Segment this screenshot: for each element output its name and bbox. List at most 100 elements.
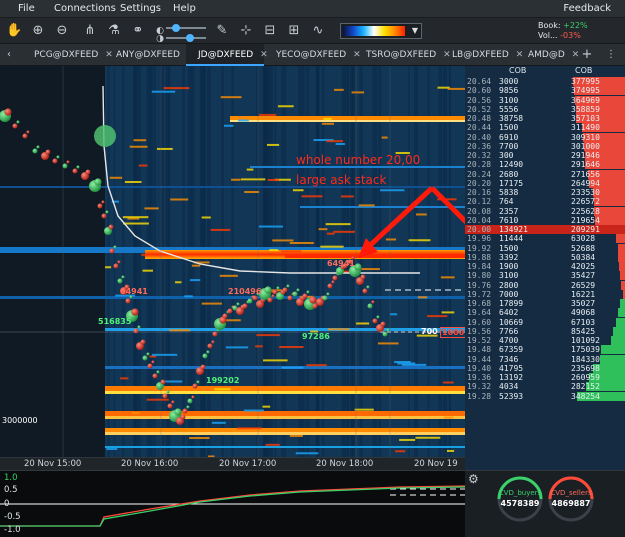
trade-bubble bbox=[227, 308, 233, 314]
order-book-row[interactable]: 19.72 7000 16221 bbox=[465, 290, 625, 299]
feedback-button[interactable]: Feedback bbox=[563, 3, 611, 14]
order-book-row[interactable]: 20.48 38758 357103 bbox=[465, 114, 625, 123]
trade-bubble bbox=[276, 286, 280, 290]
heat-blip bbox=[246, 168, 254, 171]
zoom-out-icon[interactable]: ⊖ bbox=[54, 23, 70, 39]
tab-any[interactable]: ANY@DXFEED✕ bbox=[104, 44, 195, 66]
heat-blip bbox=[129, 145, 148, 148]
cob-cell: 219654 bbox=[571, 215, 600, 225]
heat-blip bbox=[446, 449, 455, 452]
ruler-icon[interactable]: ⊞ bbox=[286, 23, 302, 39]
trade-label: 210496 bbox=[228, 287, 262, 296]
tab-tsro[interactable]: TSRO@DXFEED ✕ bbox=[354, 44, 451, 66]
tab-lb[interactable]: LB@DXFEED ✕ bbox=[440, 44, 523, 66]
tab-pcg[interactable]: PCG@DXFEED ✕ bbox=[22, 44, 113, 66]
trade-bubble bbox=[264, 286, 272, 294]
tabs-scroll-left-icon[interactable]: ‹ bbox=[2, 44, 16, 66]
heat-blip bbox=[378, 342, 399, 345]
order-book-row[interactable]: 19.60 10669 67103 bbox=[465, 318, 625, 327]
order-book-row[interactable]: 19.40 41795 235698 bbox=[465, 364, 625, 373]
order-book-row[interactable]: 20.28 12490 291646 bbox=[465, 160, 625, 169]
order-book-row[interactable]: 20.44 1500 311490 bbox=[465, 123, 625, 132]
order-book-row[interactable]: 20.00 134921 209291 bbox=[465, 225, 625, 234]
order-book-row[interactable]: 20.32 300 291946 bbox=[465, 151, 625, 160]
heat-blip bbox=[427, 315, 448, 318]
order-book-row[interactable]: 19.68 17899 35027 bbox=[465, 299, 625, 308]
indicator-tick: 1.0 bbox=[4, 473, 18, 483]
size-cell: 7000 bbox=[499, 289, 519, 299]
horizontal-line-icon[interactable]: ⊟ bbox=[262, 23, 278, 39]
cvd-indicator-panel[interactable]: 1.0 0.5 0 -0.5 -1.0 bbox=[0, 470, 466, 537]
share-icon[interactable]: ⋔ bbox=[82, 23, 98, 39]
order-book-row[interactable]: 20.08 2357 225628 bbox=[465, 207, 625, 216]
crosshair-icon[interactable]: ⊹ bbox=[238, 23, 254, 39]
order-book-row[interactable]: 19.32 4034 282152 bbox=[465, 382, 625, 391]
cob-cell: 35427 bbox=[571, 271, 596, 281]
order-book-row[interactable]: 20.40 6910 309310 bbox=[465, 133, 625, 142]
cvd-summary-panel: ⚙ CVD_buyers 4578389 CVD_sellers 4869887 bbox=[465, 470, 625, 537]
order-book-row[interactable]: 20.64 3000 377995 bbox=[465, 77, 625, 86]
order-book-row[interactable]: 19.64 6402 49068 bbox=[465, 308, 625, 317]
order-book-row[interactable]: 20.20 17175 264994 bbox=[465, 179, 625, 188]
order-book-row[interactable]: 20.16 5838 233530 bbox=[465, 188, 625, 197]
size-cell: 10669 bbox=[499, 317, 524, 327]
hand-tool-icon[interactable]: ✋ bbox=[6, 23, 22, 39]
order-book-row[interactable]: 19.56 7766 85425 bbox=[465, 327, 625, 336]
pencil-icon[interactable]: ✎ bbox=[214, 23, 230, 39]
order-book-row[interactable]: 19.36 13192 260959 bbox=[465, 373, 625, 382]
indicator-icon[interactable]: ∿ bbox=[310, 23, 326, 39]
order-book-row[interactable]: 20.24 2680 271656 bbox=[465, 170, 625, 179]
order-book-row[interactable]: 19.76 2800 26529 bbox=[465, 281, 625, 290]
heat-blip bbox=[189, 279, 201, 282]
order-book-row[interactable]: 20.12 764 226572 bbox=[465, 197, 625, 206]
heat-blip bbox=[109, 176, 123, 179]
time-tick: 20 Nov 15:00 bbox=[24, 459, 82, 469]
menu-help[interactable]: Help bbox=[173, 3, 196, 14]
tab-jd[interactable]: JD@DXFEED ✕ bbox=[186, 44, 268, 66]
order-book-row[interactable]: 19.88 3392 50384 bbox=[465, 253, 625, 262]
order-book-row[interactable]: 19.48 67359 175039 bbox=[465, 345, 625, 354]
tabs-menu-icon[interactable]: ⋮ bbox=[604, 44, 618, 66]
order-book-row[interactable]: 20.60 9856 374995 bbox=[465, 86, 625, 95]
link-icon[interactable]: ⚭ bbox=[130, 23, 146, 39]
heat-streak bbox=[316, 66, 319, 470]
order-book-row[interactable]: 20.56 3100 364969 bbox=[465, 96, 625, 105]
order-book-row[interactable]: 20.04 7610 219654 bbox=[465, 216, 625, 225]
heat-blip bbox=[415, 213, 427, 216]
order-book-row[interactable]: 19.96 11444 63028 bbox=[465, 234, 625, 243]
heatmap-chart[interactable]: whole number 20,00 large ask stack 21049… bbox=[0, 66, 465, 470]
menu-file[interactable]: File bbox=[18, 3, 35, 14]
trade-bubble bbox=[76, 165, 80, 169]
close-icon[interactable]: ✕ bbox=[572, 50, 580, 60]
order-book-row[interactable]: 19.28 52393 348254 bbox=[465, 392, 625, 401]
heat-blip bbox=[269, 249, 279, 252]
order-book-row[interactable]: 19.80 3100 35427 bbox=[465, 271, 625, 280]
cob-cell: 225628 bbox=[571, 206, 600, 216]
order-book-row[interactable]: 19.84 1900 42025 bbox=[465, 262, 625, 271]
trade-bubble bbox=[200, 364, 206, 370]
add-tab-icon[interactable]: + bbox=[580, 44, 594, 66]
tab-yeco[interactable]: YECO@DXFEED ✕ bbox=[264, 44, 361, 66]
size-cell: 134921 bbox=[499, 225, 528, 234]
menu-connections[interactable]: Connections bbox=[54, 3, 116, 14]
heat-streak bbox=[201, 66, 205, 470]
zoom-in-icon[interactable]: ⊕ bbox=[30, 23, 46, 39]
order-book-row[interactable]: 19.44 7346 184330 bbox=[465, 355, 625, 364]
contrast-slider[interactable] bbox=[166, 34, 206, 42]
symbol-tab-bar: ‹ PCG@DXFEED✕ ANY@DXFEED✕ JD@DXFEED✕ YEC… bbox=[0, 44, 625, 66]
heat-blip bbox=[259, 113, 277, 116]
order-book-row[interactable]: 19.52 4700 101092 bbox=[465, 336, 625, 345]
order-book-row[interactable]: 19.92 1500 52688 bbox=[465, 244, 625, 253]
order-book-row[interactable]: 20.36 7700 301000 bbox=[465, 142, 625, 151]
tab-amd[interactable]: AMD@D ✕ bbox=[520, 44, 579, 66]
heat-blip bbox=[380, 189, 405, 192]
order-book-row[interactable]: 20.52 5556 358859 bbox=[465, 105, 625, 114]
brightness-slider[interactable] bbox=[166, 24, 206, 32]
heat-blip bbox=[225, 319, 241, 322]
price-cell: 19.28 bbox=[467, 391, 492, 401]
size-cell: 17175 bbox=[499, 178, 524, 188]
heatmap-palette-select[interactable]: ▼ bbox=[340, 23, 422, 39]
cob-cell: 271656 bbox=[571, 169, 600, 179]
flask-icon[interactable]: ⚗ bbox=[106, 23, 122, 39]
menu-settings[interactable]: Settings bbox=[120, 3, 161, 14]
